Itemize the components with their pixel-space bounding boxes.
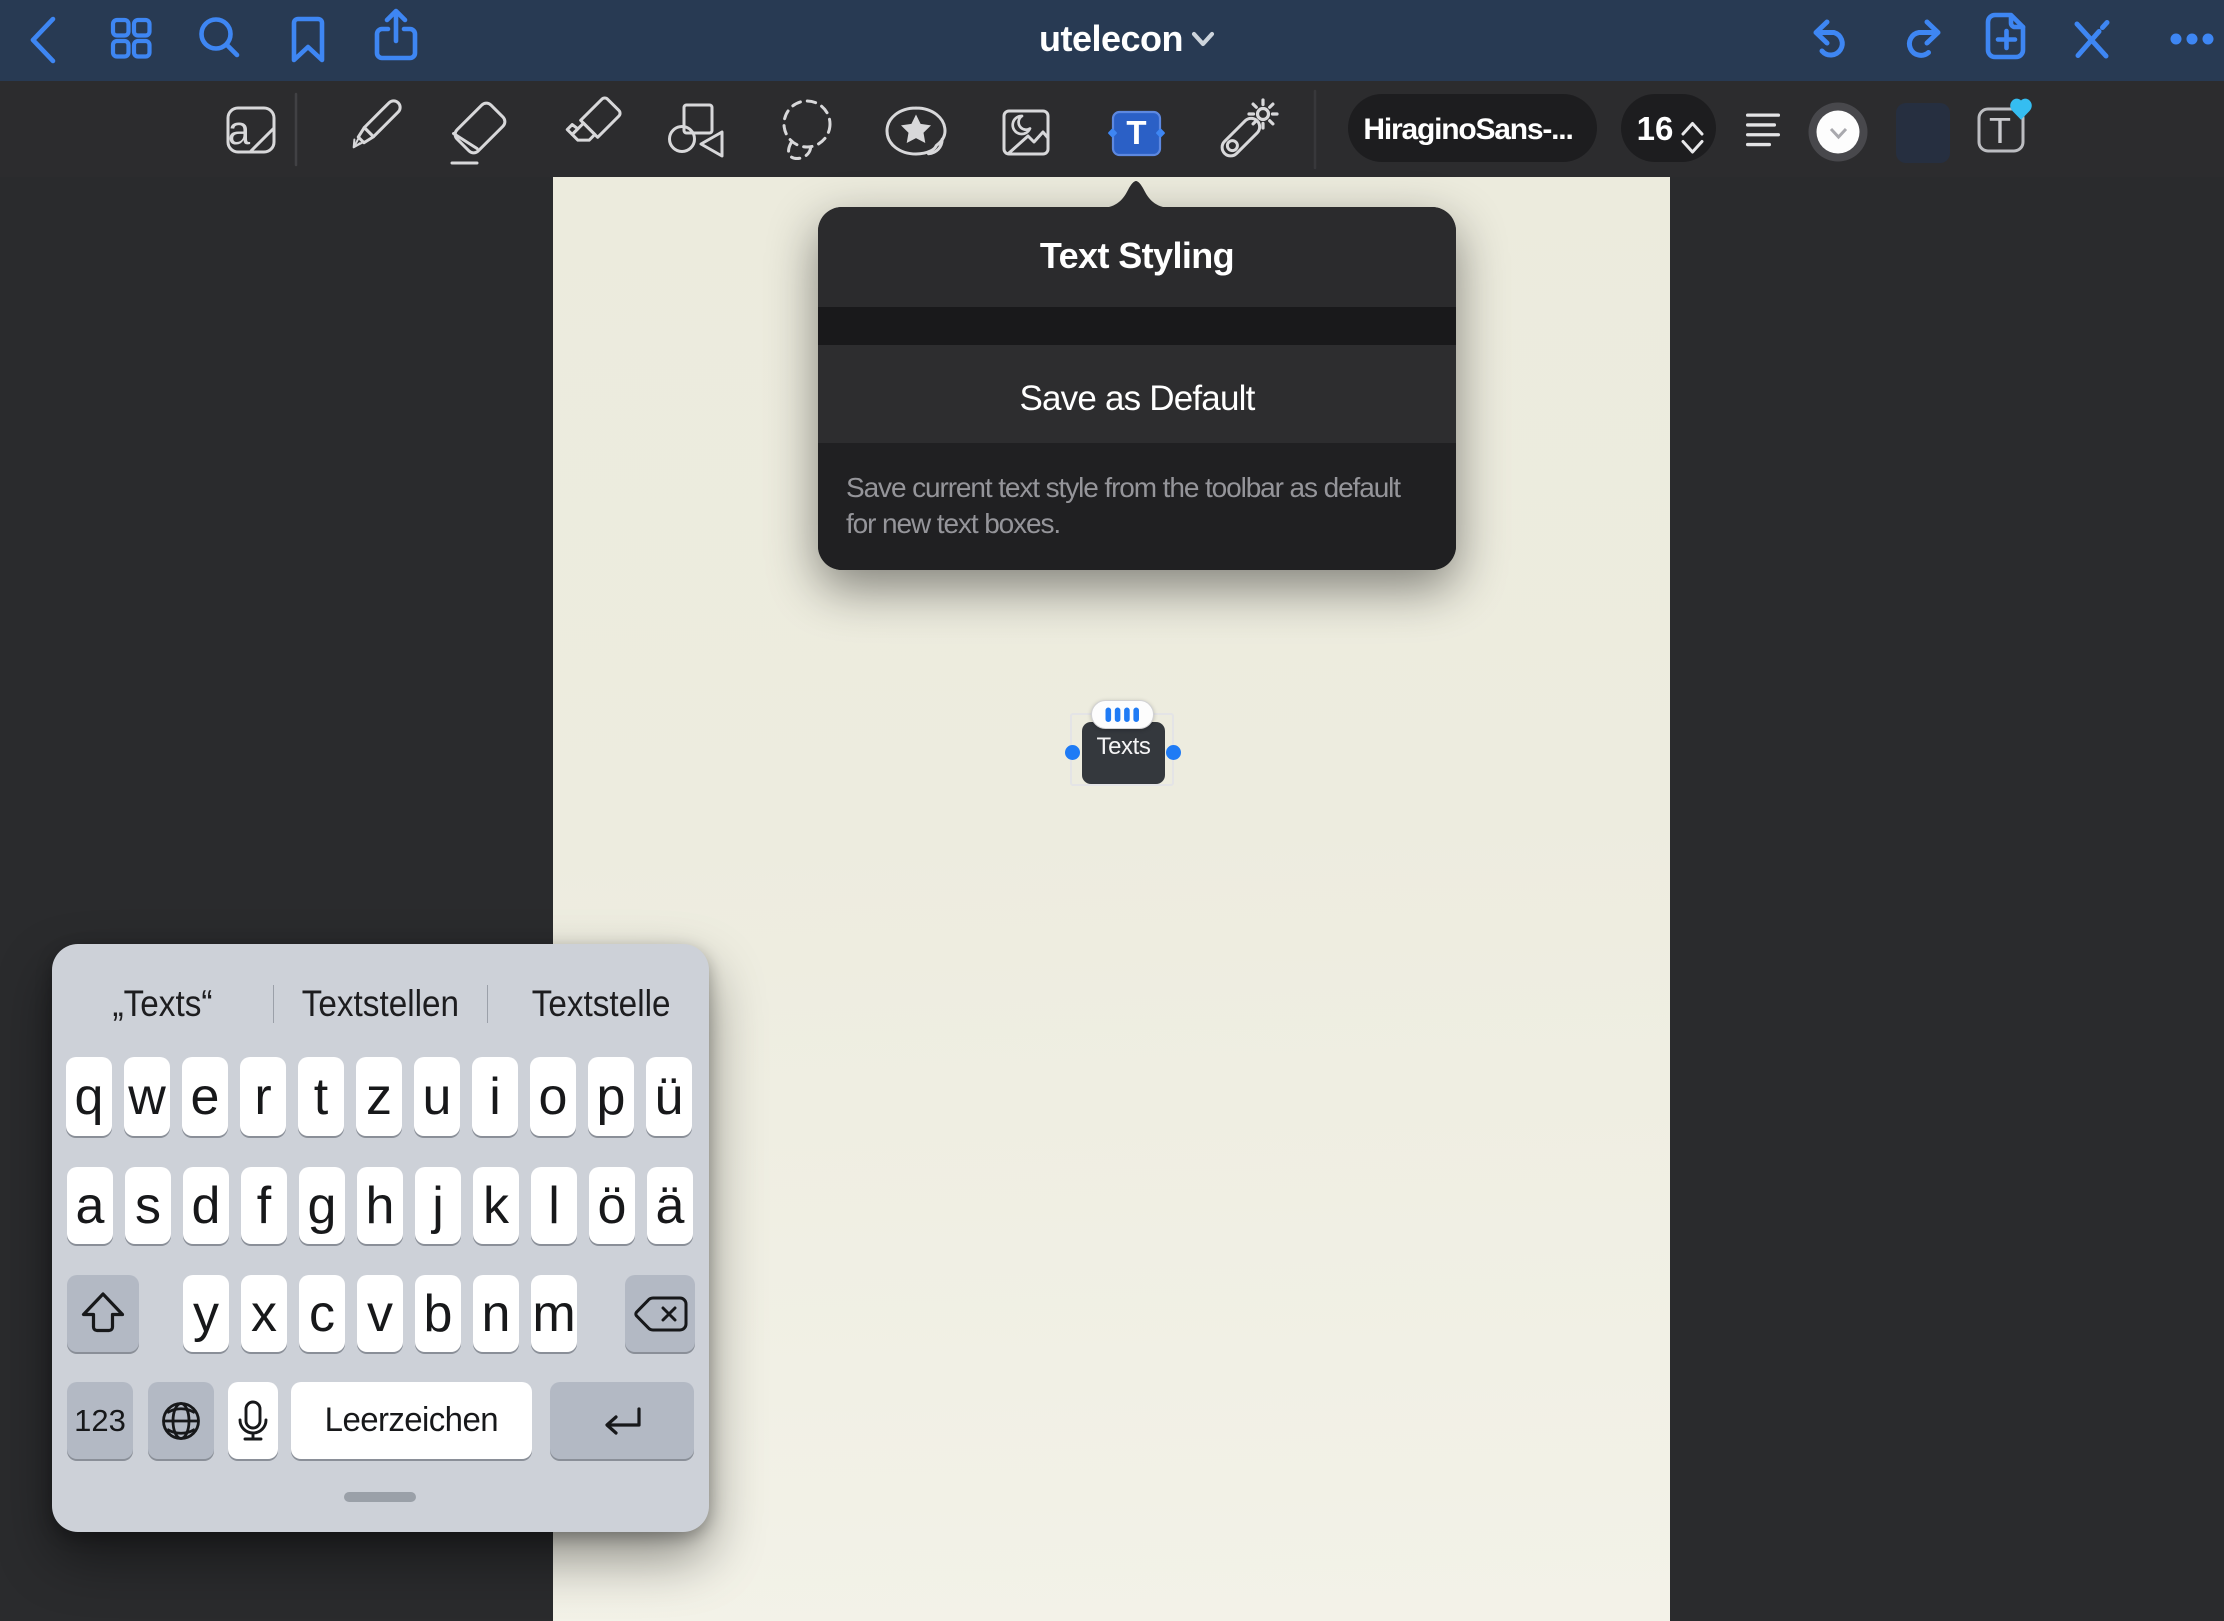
svg-text:HiraginoSans-...: HiraginoSans-... bbox=[1363, 113, 1572, 146]
svg-text:utelecon: utelecon bbox=[1039, 18, 1183, 59]
svg-text:T: T bbox=[1126, 114, 1146, 151]
svg-text:T: T bbox=[1989, 110, 2011, 151]
svg-text:16: 16 bbox=[1637, 110, 1674, 147]
svg-text:a: a bbox=[228, 109, 251, 153]
